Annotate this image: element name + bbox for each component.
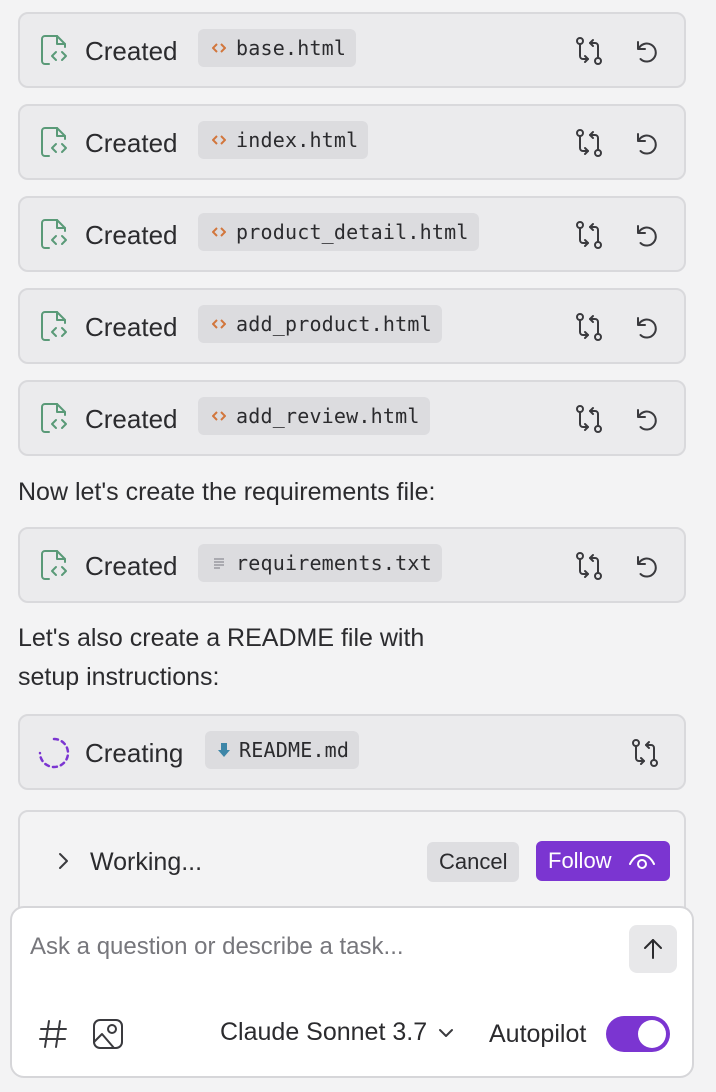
file-name: index.html (236, 128, 359, 152)
follow-button[interactable]: Follow (536, 841, 670, 881)
compare-icon[interactable] (572, 126, 606, 160)
status-label: Created (85, 404, 178, 434)
working-status: Working... (90, 848, 203, 876)
eye-icon (629, 853, 655, 869)
file-name: add_review.html (236, 404, 420, 428)
file-name: README.md (239, 738, 350, 762)
undo-icon[interactable] (628, 34, 662, 68)
chat-input[interactable] (30, 930, 610, 964)
file-card-add-product-html[interactable]: Created add_product.html (18, 288, 686, 364)
file-code-icon (41, 550, 67, 580)
status-label: Created (85, 220, 178, 250)
assistant-message: Let's also create a README file with (18, 624, 425, 652)
spinner-icon (38, 737, 70, 769)
file-chip[interactable]: base.html (198, 29, 357, 67)
file-name: product_detail.html (236, 220, 469, 244)
code-icon (212, 226, 226, 238)
compare-icon[interactable] (572, 402, 606, 436)
status-label: Created (85, 128, 178, 158)
compare-icon[interactable] (572, 549, 606, 583)
assistant-message: Now let's create the requirements file: (18, 478, 436, 506)
toggle-knob (638, 1020, 666, 1048)
autopilot-toggle[interactable] (606, 1016, 670, 1052)
send-button[interactable] (629, 925, 677, 973)
cancel-button[interactable]: Cancel (427, 842, 520, 882)
compare-icon[interactable] (572, 34, 606, 68)
undo-icon[interactable] (628, 402, 662, 436)
compare-icon[interactable] (572, 310, 606, 344)
file-card-product-detail-html[interactable]: Created product_detail.html (18, 196, 686, 272)
file-chip[interactable]: requirements.txt (198, 544, 442, 582)
status-label: Created (85, 551, 178, 581)
status-label: Creating (85, 738, 184, 768)
undo-icon[interactable] (628, 549, 662, 583)
status-label: Created (85, 312, 178, 342)
follow-label: Follow (548, 848, 612, 873)
chat-panel: Created base.html Created index.html Cre… (0, 0, 716, 1092)
text-file-icon (212, 556, 226, 570)
file-name: base.html (236, 36, 347, 60)
file-card-requirements-txt[interactable]: Created requirements.txt (18, 527, 686, 603)
file-code-icon (41, 127, 67, 157)
model-selector[interactable]: Claude Sonnet 3.7 (220, 1018, 455, 1047)
assistant-message: setup instructions: (18, 663, 220, 691)
file-chip[interactable]: add_review.html (198, 397, 430, 435)
file-code-icon (41, 311, 67, 341)
file-code-icon (41, 219, 67, 249)
file-card-readme-md[interactable]: Creating README.md (18, 714, 686, 790)
code-icon (212, 410, 226, 422)
autopilot-label: Autopilot (489, 1020, 587, 1048)
file-code-icon (41, 35, 67, 65)
chevron-right-icon[interactable] (52, 850, 74, 872)
file-name: requirements.txt (236, 551, 432, 575)
code-icon (212, 134, 226, 146)
compare-icon[interactable] (628, 736, 662, 770)
file-card-base-html[interactable]: Created base.html (18, 12, 686, 88)
file-name: add_product.html (236, 312, 432, 336)
undo-icon[interactable] (628, 218, 662, 252)
file-chip[interactable]: README.md (205, 731, 360, 769)
file-chip[interactable]: add_product.html (198, 305, 442, 343)
file-card-index-html[interactable]: Created index.html (18, 104, 686, 180)
code-icon (212, 318, 226, 330)
composer: Claude Sonnet 3.7 Autopilot (10, 906, 694, 1078)
code-icon (212, 42, 226, 54)
markdown-icon (217, 742, 231, 758)
model-name: Claude Sonnet 3.7 (220, 1018, 428, 1046)
chevron-down-icon (439, 1028, 454, 1037)
undo-icon[interactable] (628, 126, 662, 160)
file-chip[interactable]: index.html (198, 121, 369, 159)
arrow-up-icon (644, 939, 662, 959)
hash-icon[interactable] (38, 1018, 68, 1050)
file-chip[interactable]: product_detail.html (198, 213, 479, 251)
status-label: Created (85, 36, 178, 66)
image-icon[interactable] (92, 1018, 124, 1050)
compare-icon[interactable] (572, 218, 606, 252)
file-card-add-review-html[interactable]: Created add_review.html (18, 380, 686, 456)
undo-icon[interactable] (628, 310, 662, 344)
file-code-icon (41, 403, 67, 433)
